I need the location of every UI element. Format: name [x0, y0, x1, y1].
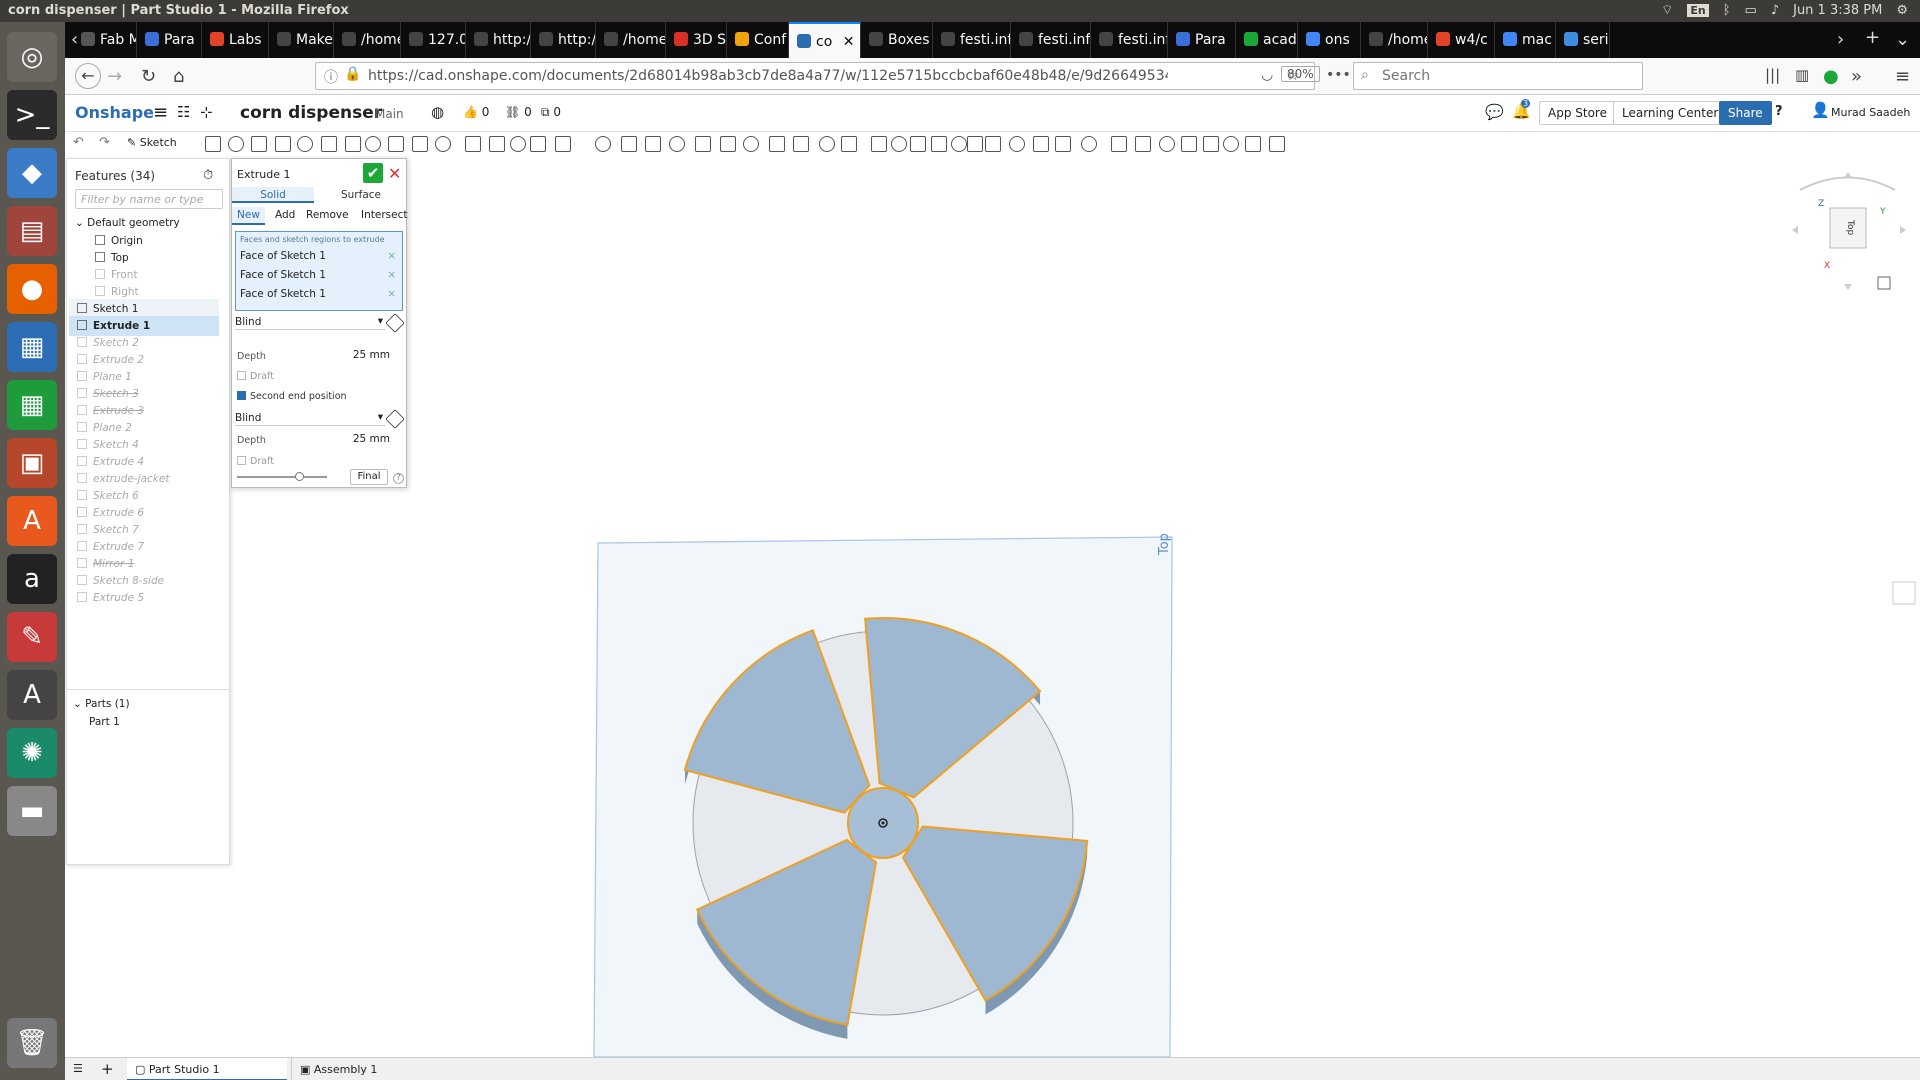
- assembly-icon: ▣: [300, 1063, 311, 1076]
- rotate-right-icon[interactable]: [1900, 226, 1906, 234]
- rotate-up-icon[interactable]: [1844, 172, 1852, 178]
- tab-manager-icon[interactable]: ☰: [73, 1062, 83, 1075]
- x-axis-label: X: [1824, 261, 1830, 271]
- rotate-left-icon[interactable]: [1792, 226, 1798, 234]
- graphics-viewport[interactable]: Top Top Z Y X: [0, 0, 1920, 1080]
- z-axis-label: Z: [1818, 199, 1824, 209]
- appearance-panel-icon[interactable]: [1892, 581, 1916, 605]
- tab-part-studio-1[interactable]: ▢ Part Studio 1: [127, 1058, 287, 1080]
- rotate-down-icon[interactable]: [1844, 284, 1852, 290]
- part-studio-icon: ▢: [135, 1063, 146, 1076]
- view-cube-label: Top: [1845, 219, 1855, 235]
- top-plane-label: Top: [1157, 533, 1172, 556]
- view-options-icon[interactable]: [1877, 276, 1891, 290]
- add-tab-icon[interactable]: +: [101, 1060, 114, 1078]
- bottom-tab-bar: ☰ + ▢ Part Studio 1 ▣ Assembly 1: [65, 1057, 1920, 1080]
- view-cube-orbit-arc: [1799, 176, 1896, 191]
- origin-dot: [881, 821, 885, 825]
- view-cube[interactable]: Top Z Y X: [1792, 172, 1906, 290]
- y-axis-label: Y: [1879, 207, 1886, 217]
- tab-assembly-1[interactable]: ▣ Assembly 1: [291, 1058, 451, 1080]
